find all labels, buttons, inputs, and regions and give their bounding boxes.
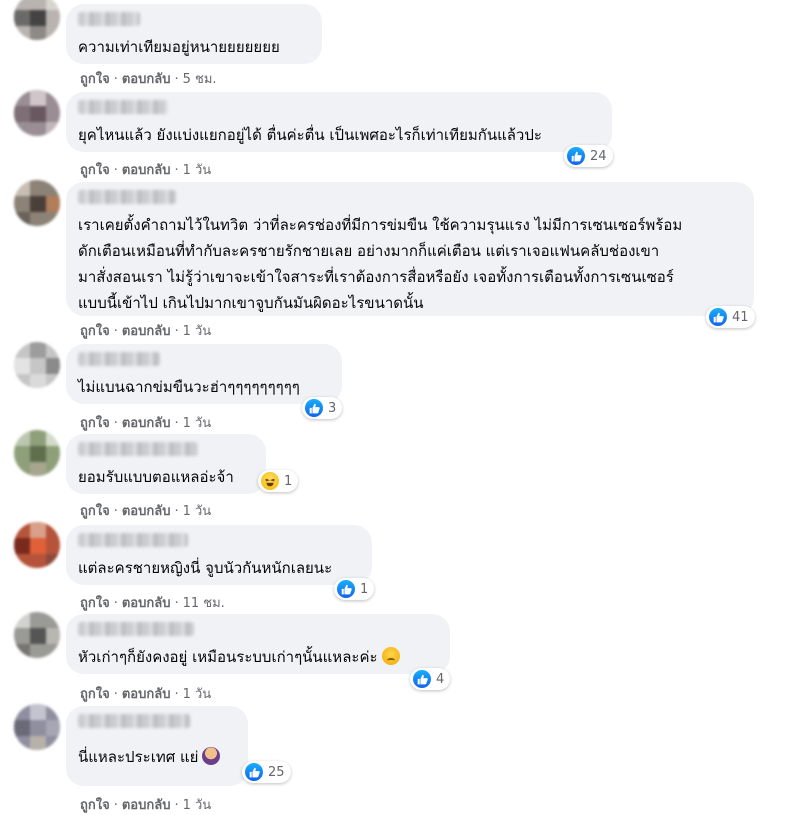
reaction-count: 25 bbox=[268, 764, 285, 780]
reaction-badge[interactable]: 1 bbox=[258, 470, 299, 492]
comment-bubble: แต่ละครชายหญิงนี่ จูบนัวกันหนักเลยนะ bbox=[66, 525, 372, 585]
like-link[interactable]: ถูกใจ bbox=[80, 416, 110, 431]
avatar[interactable] bbox=[14, 0, 60, 40]
timestamp[interactable]: 11 ชม. bbox=[183, 596, 225, 611]
reply-link[interactable]: ตอบกลับ bbox=[122, 687, 171, 702]
author-name-blurred[interactable] bbox=[78, 622, 194, 636]
reaction-badge[interactable]: 3 bbox=[302, 397, 343, 419]
author-name-blurred[interactable] bbox=[78, 533, 188, 547]
reaction-count: 24 bbox=[590, 148, 607, 164]
comment-actions: ถูกใจ · ตอบกลับ · 11 ชม. bbox=[80, 596, 225, 611]
like-link[interactable]: ถูกใจ bbox=[80, 324, 110, 339]
timestamp[interactable]: 1 วัน bbox=[183, 163, 212, 178]
author-name-blurred[interactable] bbox=[78, 352, 160, 366]
author-name-blurred[interactable] bbox=[78, 714, 190, 728]
comment-bubble: ความเท่าเทียมอยู่หนายยยยยยย bbox=[66, 4, 322, 64]
like-link[interactable]: ถูกใจ bbox=[80, 687, 110, 702]
like-icon bbox=[337, 580, 355, 598]
reply-link[interactable]: ตอบกลับ bbox=[122, 798, 171, 813]
comment-actions: ถูกใจ · ตอบกลับ · 1 วัน bbox=[80, 163, 212, 178]
like-icon bbox=[413, 670, 431, 688]
reply-link[interactable]: ตอบกลับ bbox=[122, 596, 171, 611]
avatar[interactable] bbox=[14, 180, 60, 226]
comment-actions: ถูกใจ · ตอบกลับ · 5 ชม. bbox=[80, 72, 217, 87]
author-name-blurred[interactable] bbox=[78, 12, 140, 26]
author-name-blurred[interactable] bbox=[78, 442, 198, 456]
comment-text: ไม่แบนฉากข่มขืนวะฮ่าๆๆๆๆๆๆๆๆๆ bbox=[78, 378, 300, 396]
reaction-count: 41 bbox=[732, 309, 749, 325]
reaction-badge[interactable]: 24 bbox=[564, 145, 613, 167]
reaction-count: 1 bbox=[360, 581, 369, 597]
timestamp[interactable]: 1 วัน bbox=[183, 416, 212, 431]
like-icon bbox=[305, 399, 323, 417]
comment-bubble: นี่แหละประเทศ แย่ bbox=[66, 706, 248, 786]
reaction-badge[interactable]: 25 bbox=[242, 761, 291, 783]
like-link[interactable]: ถูกใจ bbox=[80, 163, 110, 178]
timestamp[interactable]: 1 วัน bbox=[183, 798, 212, 813]
avatar[interactable] bbox=[14, 342, 60, 388]
like-link[interactable]: ถูกใจ bbox=[80, 798, 110, 813]
reply-link[interactable]: ตอบกลับ bbox=[122, 504, 171, 519]
comment-actions: ถูกใจ · ตอบกลับ · 1 วัน bbox=[80, 324, 212, 339]
comment-actions: ถูกใจ · ตอบกลับ · 1 วัน bbox=[80, 504, 212, 519]
comment-text: ยอมรับแบบตอแหลอ่ะจ้า bbox=[78, 468, 234, 486]
comment-text: ยุคไหนแล้ว ยังแบ่งแยกอยู่ได้ ตื่นค่ะตื่น… bbox=[78, 126, 542, 144]
comment-actions: ถูกใจ · ตอบกลับ · 1 วัน bbox=[80, 687, 212, 702]
comment-bubble: ยอมรับแบบตอแหลอ่ะจ้า bbox=[66, 434, 266, 494]
reaction-badge[interactable]: 1 bbox=[334, 578, 375, 600]
avatar[interactable] bbox=[14, 704, 60, 750]
reply-link[interactable]: ตอบกลับ bbox=[122, 416, 171, 431]
author-name-blurred[interactable] bbox=[78, 100, 168, 114]
comment-bubble: หัวเก่าๆก็ยังคงอยู่ เหมือนระบบเก่าๆนั้นแ… bbox=[66, 614, 450, 674]
comment-text: เราเคยตั้งคำถามไว้ในทวิต ว่าที่ละครช่องท… bbox=[78, 216, 683, 312]
comment-text: ความเท่าเทียมอยู่หนายยยยยยย bbox=[78, 38, 280, 56]
like-link[interactable]: ถูกใจ bbox=[80, 596, 110, 611]
timestamp[interactable]: 1 วัน bbox=[183, 687, 212, 702]
author-name-blurred[interactable] bbox=[78, 190, 176, 204]
like-icon bbox=[567, 147, 585, 165]
comment-bubble: เราเคยตั้งคำถามไว้ในทวิต ว่าที่ละครช่องท… bbox=[66, 182, 754, 316]
haha-icon bbox=[261, 472, 279, 490]
like-link[interactable]: ถูกใจ bbox=[80, 504, 110, 519]
timestamp[interactable]: 5 ชม. bbox=[183, 72, 217, 87]
reaction-badge[interactable]: 41 bbox=[706, 306, 755, 328]
comment-actions: ถูกใจ · ตอบกลับ · 1 วัน bbox=[80, 416, 212, 431]
reaction-count: 3 bbox=[328, 400, 337, 416]
sad-emoji bbox=[381, 647, 400, 665]
comment-bubble: ยุคไหนแล้ว ยังแบ่งแยกอยู่ได้ ตื่นค่ะตื่น… bbox=[66, 92, 612, 152]
like-icon bbox=[245, 763, 263, 781]
reaction-badge[interactable]: 4 bbox=[410, 668, 451, 690]
reply-link[interactable]: ตอบกลับ bbox=[122, 72, 171, 87]
timestamp[interactable]: 1 วัน bbox=[183, 324, 212, 339]
comment-text: แต่ละครชายหญิงนี่ จูบนัวกันหนักเลยนะ bbox=[78, 559, 333, 577]
reaction-count: 1 bbox=[284, 473, 293, 489]
like-link[interactable]: ถูกใจ bbox=[80, 72, 110, 87]
like-icon bbox=[709, 308, 727, 326]
reply-link[interactable]: ตอบกลับ bbox=[122, 324, 171, 339]
avatar[interactable] bbox=[14, 612, 60, 658]
avatar[interactable] bbox=[14, 430, 60, 476]
reaction-count: 4 bbox=[436, 671, 445, 687]
comment-bubble: ไม่แบนฉากข่มขืนวะฮ่าๆๆๆๆๆๆๆๆๆ bbox=[66, 344, 342, 404]
avatar[interactable] bbox=[14, 522, 60, 568]
comment-text: นี่แหละประเทศ แย่ bbox=[78, 744, 236, 770]
person-gesturing-no-emoji bbox=[202, 747, 221, 765]
comment-text: หัวเก่าๆก็ยังคงอยู่ เหมือนระบบเก่าๆนั้นแ… bbox=[78, 644, 438, 670]
comment-actions: ถูกใจ · ตอบกลับ · 1 วัน bbox=[80, 798, 212, 813]
avatar[interactable] bbox=[14, 90, 60, 136]
timestamp[interactable]: 1 วัน bbox=[183, 504, 212, 519]
reply-link[interactable]: ตอบกลับ bbox=[122, 163, 171, 178]
